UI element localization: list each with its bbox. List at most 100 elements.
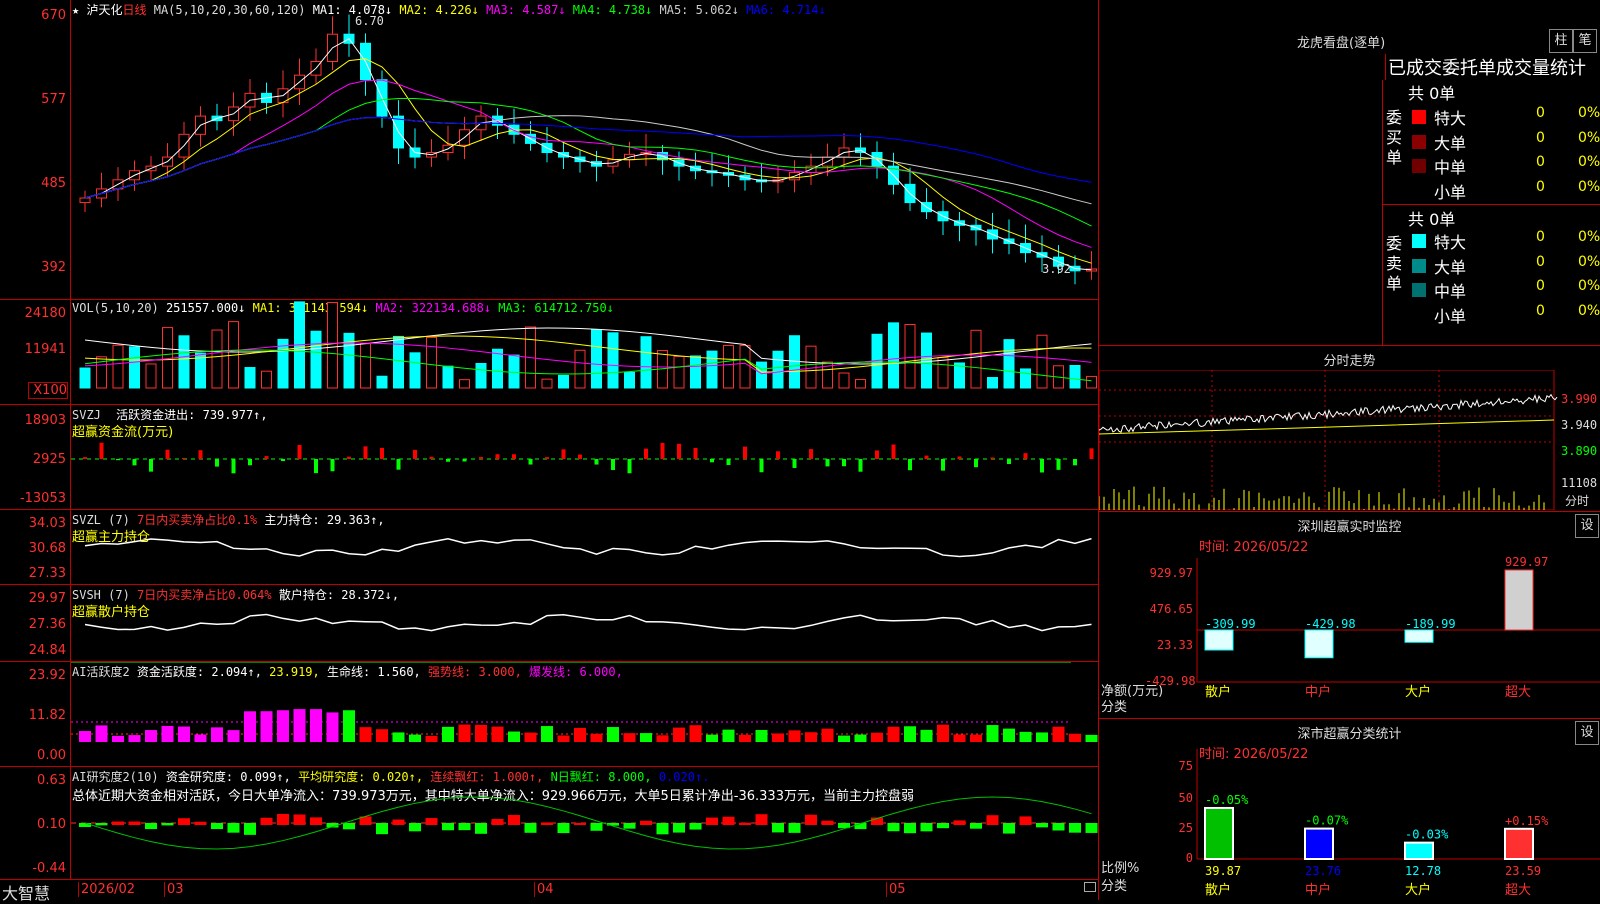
research-bar (293, 814, 306, 825)
ai-active-chart[interactable] (71, 662, 1099, 766)
activity-bar (772, 733, 784, 742)
flow-bar (644, 448, 648, 459)
activity-bar (656, 735, 669, 742)
activity-bar (326, 712, 339, 742)
research-bar (425, 818, 438, 825)
flow-bar (776, 451, 780, 459)
research-bar (557, 823, 570, 834)
flow-bar (264, 456, 269, 459)
svzj-chart[interactable] (71, 405, 1099, 509)
flow-bar (363, 446, 368, 459)
date-label: 03 (164, 882, 184, 897)
flow-bar (1089, 448, 1094, 459)
activity-bar (112, 735, 124, 742)
activity-bar (574, 727, 586, 742)
research-bar (1052, 823, 1065, 831)
flow-bar (281, 459, 285, 462)
svsh-tick: 27.36 (28, 617, 66, 632)
intraday-price-tick: 3.890 (1561, 444, 1598, 458)
activity-bar (227, 730, 240, 742)
activity-bar (244, 711, 256, 742)
vol-tick: 11941 (24, 342, 66, 357)
activity-bar (607, 727, 619, 742)
ma-line (84, 115, 1092, 205)
net-bar (1304, 629, 1334, 659)
flow-bar (462, 459, 467, 462)
svsh-tick: 29.97 (28, 591, 66, 606)
research-bar (409, 823, 421, 832)
ai-research-chart[interactable] (71, 767, 1099, 879)
order-pct: 0% (1578, 105, 1600, 121)
ai-research-panel[interactable]: 0.63 0.10 -0.44 AI研究度2(10) 资金研究度: 0.099↑… (0, 767, 1098, 880)
intraday-vol-label: 分时 (1565, 494, 1590, 508)
bottom-date-axis: 大智慧 2026/02 03 04 05 (0, 880, 1098, 903)
buy-total: 共 0单 (1408, 84, 1456, 103)
activity-bar (722, 729, 735, 742)
lock-icon[interactable] (1084, 882, 1096, 892)
volume-bar (723, 344, 734, 389)
volume-bar (1020, 368, 1031, 389)
ai-active-panel[interactable]: 23.92 11.82 0.00 AI活跃度2 资金活跃度: 2.094↑, 2… (0, 662, 1098, 767)
order-row: 小单 0 0% (1406, 303, 1600, 327)
svzl-chart[interactable] (71, 510, 1099, 584)
research-bar (1085, 823, 1098, 833)
activity-bar (689, 725, 702, 742)
research-bar (805, 814, 817, 825)
volume-chart[interactable] (71, 300, 1099, 404)
order-size-label: 特大 (1434, 233, 1467, 252)
intraday-chart[interactable] (1099, 370, 1600, 510)
research-bar (310, 817, 322, 825)
research-bar (508, 815, 520, 825)
vol-tick: 24180 (24, 306, 66, 321)
flow-bar (1073, 459, 1077, 466)
research-bar (277, 813, 289, 825)
order-count: 0 (1536, 105, 1545, 121)
flow-bar (413, 449, 417, 459)
candle (79, 197, 91, 204)
order-pct: 0% (1578, 178, 1600, 195)
svsh-chart[interactable] (71, 585, 1099, 661)
trade-mode-button[interactable]: 笔 (1573, 29, 1597, 53)
holding-line (84, 613, 1092, 632)
research-bar (689, 823, 702, 830)
activity-bar (392, 732, 405, 742)
volume-bar (211, 329, 223, 389)
svzl-tick: 34.03 (28, 516, 66, 531)
svzl-panel[interactable]: 34.03 30.68 27.33 SVZL (7) 7日内买卖净占比0.1% … (0, 510, 1098, 585)
net-bar (1204, 629, 1234, 651)
category-label: 大户 (1405, 882, 1431, 898)
ai-active-tick: 23.92 (28, 668, 66, 683)
flow-bar (710, 459, 714, 463)
volume-bar (756, 361, 767, 389)
volume-bar (244, 367, 256, 389)
research-bar (161, 823, 174, 826)
research-bar (755, 814, 768, 825)
price-tick: 392 (41, 260, 66, 275)
svsh-panel[interactable]: 29.97 27.36 24.84 SVSH (7) 7日内买卖净占比0.064… (0, 585, 1098, 662)
volume-panel[interactable]: 24180 11941 X100 VOL(5,10,20) 251557.000… (0, 300, 1098, 405)
flow-bar (957, 456, 962, 459)
intraday-price-tick: 3.940 (1561, 418, 1598, 432)
flow-bar (759, 459, 764, 473)
activity-bar (788, 730, 801, 742)
candlestick-chart[interactable] (71, 0, 1099, 299)
intraday-panel[interactable]: 分时走势 3.990 3.940 3.890 11108 分时 (1099, 346, 1600, 512)
sz-monitor-chart[interactable]: -309.99 散户 -429.98 中户 -189.99 大户 929.97 超大 (1099, 512, 1600, 718)
vol-unit: X100 (28, 382, 68, 399)
sz-classify-chart[interactable]: -0.05% 39.87 散户 -0.07% 23.76 中户 -0.03% 12.78 大户 +… (1099, 719, 1600, 900)
volume-bar (558, 374, 569, 389)
svzj-panel[interactable]: 18903 2925 -13053 SVZJ 活跃资金进出: 739.977↑,… (0, 405, 1098, 510)
volume-bar (310, 330, 322, 389)
intraday-price-tick: 3.990 (1561, 392, 1598, 406)
volume-bar (261, 370, 272, 389)
net-bar (1404, 629, 1434, 643)
order-count: 0 (1536, 129, 1545, 146)
category-label: 超大 (1505, 685, 1531, 700)
buy-side-label: 委买单 (1386, 108, 1403, 167)
date-label: 2026/02 (78, 882, 135, 897)
flow-bar (446, 459, 450, 462)
kline-panel[interactable]: 670 577 485 392 ★ 泸天化日线 MA(5,10,20,30,60… (0, 0, 1098, 300)
activity-bar (491, 726, 504, 742)
bar-mode-button[interactable]: 柱 (1549, 29, 1573, 53)
research-bar (227, 823, 240, 833)
